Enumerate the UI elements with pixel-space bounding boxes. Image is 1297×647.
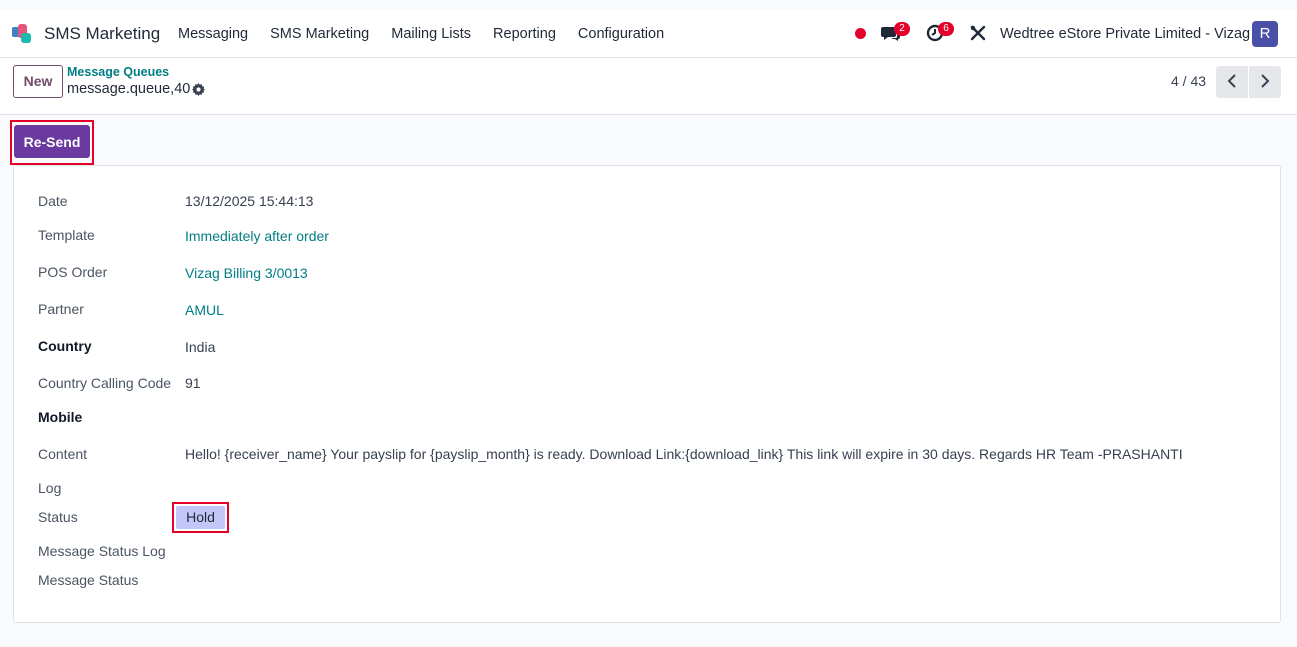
pager-previous-button[interactable] xyxy=(1216,66,1248,98)
breadcrumb-message-queues[interactable]: Message Queues xyxy=(67,65,169,79)
user-avatar[interactable]: R xyxy=(1252,21,1278,47)
resend-button[interactable]: Re-Send xyxy=(14,125,90,158)
tools-icon[interactable] xyxy=(970,25,986,44)
menu-sms-marketing[interactable]: SMS Marketing xyxy=(270,26,369,42)
new-button[interactable]: New xyxy=(13,65,63,98)
menu-reporting[interactable]: Reporting xyxy=(493,26,556,42)
status-badge[interactable]: Hold xyxy=(176,506,225,529)
log-label: Log xyxy=(38,480,62,496)
partner-link[interactable]: AMUL xyxy=(185,302,224,318)
company-switcher[interactable]: Wedtree eStore Private Limited - Vizag xyxy=(1000,26,1250,42)
calling-code-value: 91 xyxy=(185,375,201,391)
status-dot-icon[interactable] xyxy=(855,28,866,39)
template-label: Template xyxy=(38,227,95,243)
pos-order-label: POS Order xyxy=(38,264,108,280)
date-label: Date xyxy=(38,193,68,209)
main-menu: Messaging SMS Marketing Mailing Lists Re… xyxy=(178,26,686,42)
date-value: 13/12/2025 15:44:13 xyxy=(185,193,314,209)
record-title: message.queue,40 xyxy=(67,81,191,97)
chevron-left-icon xyxy=(1227,73,1237,91)
status-highlight: Hold xyxy=(172,502,229,533)
gear-icon[interactable] xyxy=(192,83,205,99)
message-status-log-label: Message Status Log xyxy=(38,543,166,559)
content-value: Hello! {receiver_name} Your payslip for … xyxy=(185,446,1183,462)
country-value: India xyxy=(185,339,216,355)
mobile-label: Mobile xyxy=(38,409,83,425)
activity-badge: 6 xyxy=(938,22,954,36)
pager-next-button[interactable] xyxy=(1249,66,1281,98)
pager-value[interactable]: 4 / 43 xyxy=(1171,73,1206,89)
template-link[interactable]: Immediately after order xyxy=(185,228,329,244)
calling-code-label: Country Calling Code xyxy=(38,375,172,391)
menu-mailing-lists[interactable]: Mailing Lists xyxy=(391,26,471,42)
control-panel: New Message Queues message.queue,40 4 / … xyxy=(0,58,1297,115)
menu-messaging[interactable]: Messaging xyxy=(178,26,248,42)
form-sheet: Date 13/12/2025 15:44:13 Template Immedi… xyxy=(13,165,1281,623)
app-logo-icon[interactable] xyxy=(12,24,34,46)
message-status-label: Message Status xyxy=(38,572,139,588)
status-label: Status xyxy=(38,509,78,525)
menu-configuration[interactable]: Configuration xyxy=(578,26,664,42)
chevron-right-icon xyxy=(1260,73,1270,91)
country-label: Country xyxy=(38,338,92,354)
chat-badge: 2 xyxy=(894,22,910,36)
pos-order-link[interactable]: Vizag Billing 3/0013 xyxy=(185,265,308,281)
app-name[interactable]: SMS Marketing xyxy=(44,24,160,44)
partner-label: Partner xyxy=(38,301,84,317)
content-label: Content xyxy=(38,446,88,462)
resend-highlight: Re-Send xyxy=(10,120,94,165)
